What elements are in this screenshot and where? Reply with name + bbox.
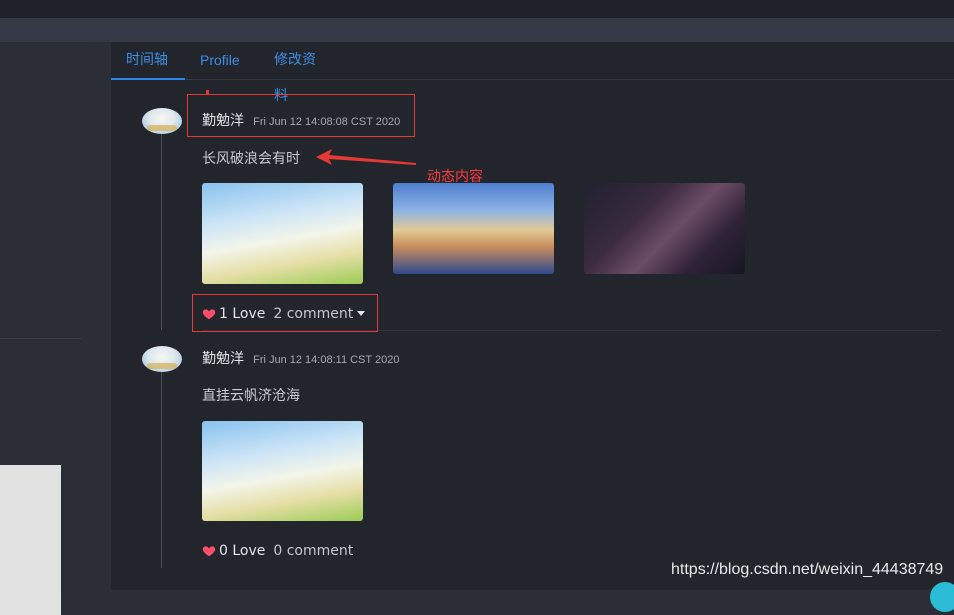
post-content: 长风破浪会有时 xyxy=(202,151,300,167)
love-count[interactable]: 0 Love xyxy=(219,543,265,559)
sub-bar xyxy=(0,18,954,42)
corner-badge[interactable] xyxy=(930,582,954,612)
comment-toggle[interactable]: 0 comment xyxy=(273,543,353,559)
heart-icon[interactable] xyxy=(202,544,216,558)
left-panel-divider xyxy=(0,338,81,339)
avatar[interactable] xyxy=(142,108,182,134)
tab-bar: 时间轴 Profile 修改资料 xyxy=(111,42,954,104)
top-bar xyxy=(0,0,954,18)
post-image[interactable] xyxy=(202,183,363,284)
post-actions: 0 Love 0 comment xyxy=(202,540,353,562)
annotation-box-actions xyxy=(192,294,378,332)
timeline-line xyxy=(161,132,162,330)
post-image[interactable] xyxy=(584,183,745,274)
left-panel-box xyxy=(0,465,61,615)
post-content: 直挂云帆济沧海 xyxy=(202,388,300,404)
annotation-box-header xyxy=(187,94,415,137)
post-timestamp: Fri Jun 12 14:08:11 CST 2020 xyxy=(253,354,400,366)
annotation-label: 动态内容 xyxy=(427,169,483,185)
tab-edit-profile[interactable]: 修改资料 xyxy=(259,42,339,104)
avatar[interactable] xyxy=(142,346,182,372)
watermark: https://blog.csdn.net/weixin_44438749 xyxy=(671,561,944,578)
left-panel xyxy=(0,42,81,615)
annotation-arrow-icon xyxy=(316,149,416,165)
post-header: 勤勉洋 Fri Jun 12 14:08:11 CST 2020 xyxy=(202,348,399,368)
post-image[interactable] xyxy=(202,421,363,521)
tab-timeline[interactable]: 时间轴 xyxy=(111,42,185,80)
post-image[interactable] xyxy=(393,183,554,274)
tab-profile[interactable]: Profile xyxy=(185,42,255,80)
post-author[interactable]: 勤勉洋 xyxy=(202,351,244,367)
timeline-line xyxy=(161,372,162,568)
